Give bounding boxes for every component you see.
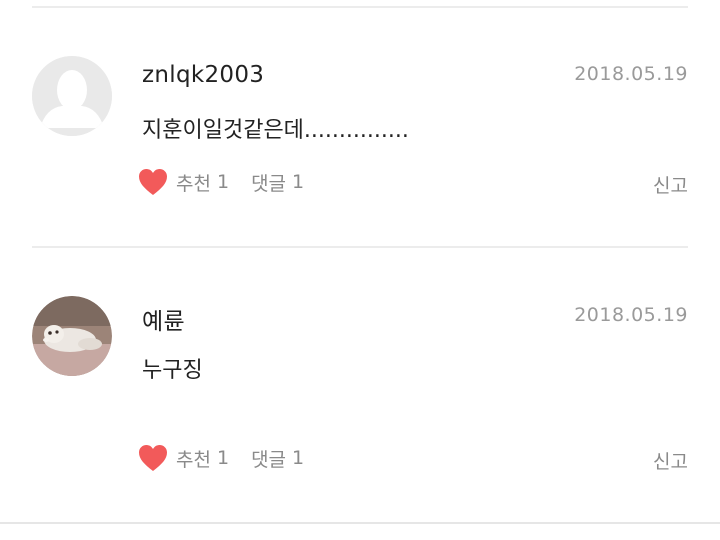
comment-actions: 추천 1 댓글 1 xyxy=(138,444,326,472)
comment-text: 지훈이일것같은데............... xyxy=(142,118,409,143)
avatar[interactable] xyxy=(32,56,112,136)
report-button[interactable]: 신고 xyxy=(653,171,688,198)
comment-item: 예륜 2018.05.19 누구징 추천 1 댓글 1 신고 xyxy=(0,248,720,522)
comment-username[interactable]: znlqk2003 xyxy=(142,62,264,88)
reply-count: 1 xyxy=(292,447,305,469)
avatar[interactable] xyxy=(32,296,112,376)
comment-date: 2018.05.19 xyxy=(574,304,688,326)
report-button[interactable]: 신고 xyxy=(653,447,688,474)
comment-username[interactable]: 예륜 xyxy=(142,302,185,336)
reply-label[interactable]: 댓글 xyxy=(251,445,286,472)
like-label[interactable]: 추천 xyxy=(176,169,211,196)
heart-icon[interactable] xyxy=(138,168,168,196)
like-count: 1 xyxy=(216,447,230,469)
comment-item: znlqk2003 2018.05.19 지훈이일것같은데...........… xyxy=(0,0,720,246)
comment-text: 누구징 xyxy=(142,358,203,383)
like-count: 1 xyxy=(216,171,230,193)
heart-icon[interactable] xyxy=(138,444,168,472)
default-profile-icon xyxy=(32,56,112,136)
reply-count: 1 xyxy=(292,171,305,193)
reply-label[interactable]: 댓글 xyxy=(251,169,286,196)
comment-actions: 추천 1 댓글 1 xyxy=(138,168,326,196)
like-label[interactable]: 추천 xyxy=(176,445,211,472)
comment-date: 2018.05.19 xyxy=(574,63,688,85)
bottom-divider xyxy=(0,522,720,524)
dog-photo xyxy=(32,296,112,376)
